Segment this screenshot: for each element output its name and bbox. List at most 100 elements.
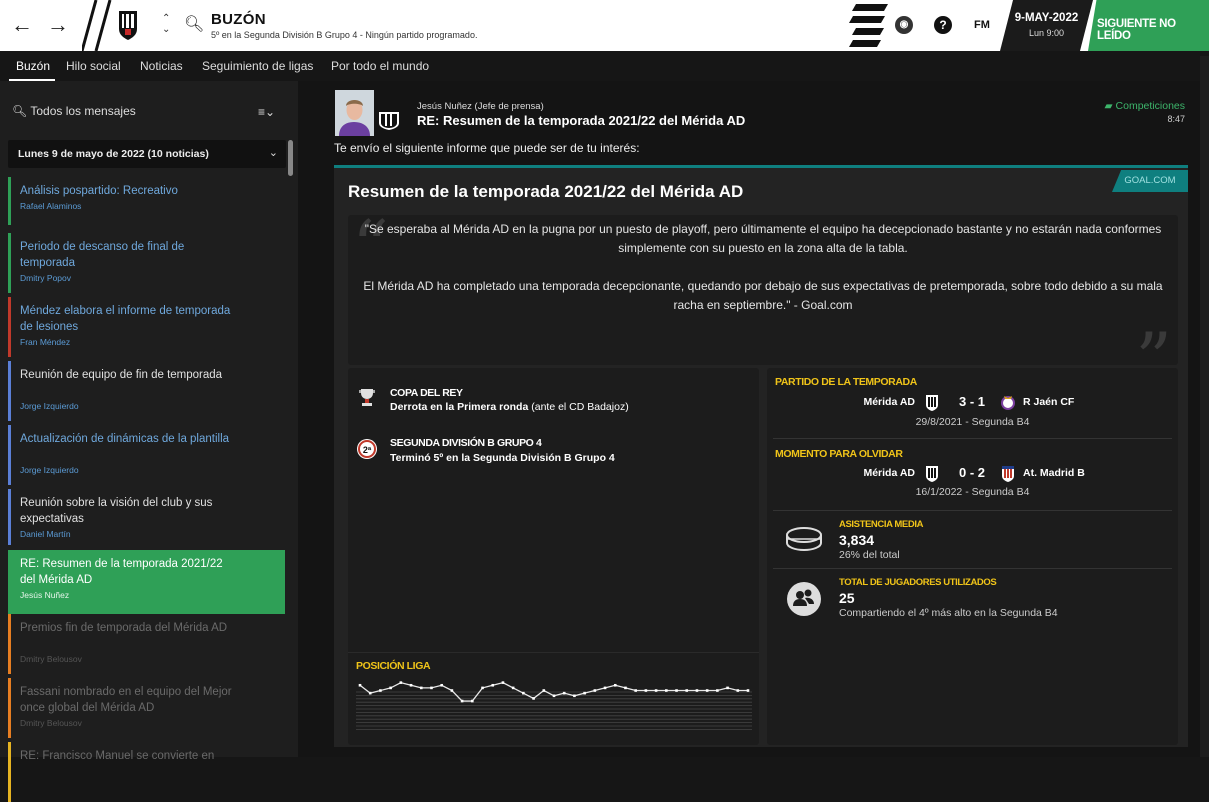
position-point — [491, 683, 495, 687]
message-list-item[interactable]: Análisis pospartido: Recreativo Rafael Al… — [8, 177, 285, 225]
message-list-item[interactable]: RE: Resumen de la temporada 2021/22 del … — [8, 550, 285, 614]
away-team: R Jaén CF — [1023, 396, 1075, 408]
message-title: Periodo de descanso de final de temporad… — [20, 241, 185, 269]
message-list-item[interactable]: Fassani nombrado en el equipo del Mejor … — [8, 678, 285, 738]
best-match-date: 29/8/2021 - Segunda B4 — [915, 416, 1030, 428]
league-position-label: POSICIÓN LIGA — [356, 660, 431, 672]
tab-seguimiento-ligas[interactable]: Seguimiento de ligas — [202, 59, 313, 73]
message-list-item[interactable]: Periodo de descanso de final de temporad… — [8, 233, 285, 293]
position-point — [481, 686, 484, 690]
match-score: 0 - 2 — [958, 465, 985, 480]
globe-icon[interactable]: ◉ — [895, 16, 913, 34]
message-title: Actualización de dinámicas de la plantil… — [20, 433, 230, 445]
attendance-label: ASISTENCIA MEDIA — [839, 519, 924, 530]
worst-match-label: MOMENTO PARA OLVIDAR — [775, 448, 903, 460]
away-crest-icon — [1001, 396, 1015, 410]
sidebar-scrollbar[interactable] — [288, 140, 293, 176]
current-day: Lun 9:00 — [1028, 28, 1065, 38]
message-sender: Dmitry Popov — [20, 273, 72, 283]
message-sender: Jorge Izquierdo — [20, 401, 79, 411]
chevron-down-icon: ⌄ — [268, 147, 278, 159]
sender-avatar[interactable] — [335, 90, 374, 136]
message-list-item[interactable]: Reunión sobre la visión del club y sus e… — [8, 489, 285, 545]
tab-noticias[interactable]: Noticias — [140, 59, 183, 73]
article-title: Resumen de la temporada 2021/22 del Méri… — [348, 182, 744, 201]
position-point — [399, 681, 403, 684]
competitions-panel: COPA DEL REY Derrota en la Primera ronda… — [348, 368, 759, 745]
position-point — [716, 689, 719, 692]
position-point — [695, 689, 699, 692]
message-list-item[interactable]: Premios fin de temporada del Mérida AD Dm… — [8, 614, 285, 674]
worst-match-row[interactable]: Mérida AD 0 - 2 At. Madrid B — [767, 465, 1178, 482]
tab-bar: Buzón Hilo social Noticias Seguimiento d… — [0, 51, 1209, 81]
position-point — [532, 697, 535, 700]
tab-por-todo-el-mundo[interactable]: Por todo el mundo — [331, 59, 429, 73]
league-position-chart[interactable] — [356, 676, 752, 734]
category-label: Competiciones — [1115, 100, 1185, 112]
position-point — [501, 681, 505, 684]
divider-slashes-icon — [82, 0, 112, 51]
club-switch-icon[interactable]: ⌃ ⌄ — [162, 13, 170, 35]
message-list-item[interactable]: RE: Francisco Manuel se convierte en — [8, 742, 285, 802]
players-used-sub: Compartiendo el 4º más alto en la Segund… — [839, 607, 1058, 619]
category-link[interactable]: ▰ Competiciones — [1090, 100, 1185, 112]
position-point — [542, 689, 546, 692]
competition-result: Derrota en la Primera ronda (ante el CD … — [390, 401, 629, 413]
message-list-item[interactable]: Actualización de dinámicas de la plantil… — [8, 425, 285, 485]
divider — [348, 652, 759, 653]
position-point — [358, 683, 362, 687]
best-match-row[interactable]: Mérida AD 3 - 1 R Jaén CF — [767, 394, 1178, 411]
message-list-item[interactable]: Reunión de equipo de fin de temporada Jor… — [8, 361, 285, 421]
source-badge: GOAL.COM — [1112, 170, 1188, 192]
home-team: Mérida AD — [863, 396, 915, 408]
position-point — [430, 686, 433, 690]
list-options-icon[interactable]: ≡⌄ — [258, 105, 275, 119]
forward-arrow-icon[interactable]: → — [47, 12, 69, 38]
position-point — [450, 689, 454, 692]
tab-buzon[interactable]: Buzón — [16, 59, 50, 73]
best-match-label: PARTIDO DE LA TEMPORADA — [775, 376, 917, 388]
position-point — [368, 691, 372, 695]
position-point — [471, 699, 474, 703]
competition-name[interactable]: COPA DEL REY — [390, 387, 463, 399]
day-group-header[interactable]: Lunes 9 de mayo de 2022 (10 noticias) ⌄ — [8, 140, 286, 168]
position-point — [583, 691, 586, 695]
message-filter[interactable]: 🔍︎ Todos los mensajes — [12, 104, 136, 118]
tab-hilo-social[interactable]: Hilo social — [66, 59, 121, 73]
position-point — [552, 694, 556, 698]
competition-name[interactable]: SEGUNDA DIVISIÓN B GRUPO 4 — [390, 437, 542, 449]
position-point — [419, 686, 423, 690]
news-article-card: GOAL.COM Resumen de la temporada 2021/22… — [334, 165, 1188, 747]
away-team: At. Madrid B — [1023, 467, 1085, 479]
next-unread-button[interactable]: SIGUIENTE NO LEÍDO — [1088, 0, 1209, 51]
position-point — [634, 689, 637, 692]
position-point — [522, 691, 525, 695]
sender-name[interactable]: Jesús Nuñez (Jefe de prensa) — [417, 101, 544, 112]
message-sender: Jorge Izquierdo — [20, 465, 79, 475]
article-quote: “ ” "Se esperaba al Mérida AD en la pugn… — [348, 211, 1178, 395]
tag-icon: ▰ — [1104, 100, 1113, 112]
message-title: Análisis pospartido: Recreativo — [20, 185, 178, 197]
message-title: RE: Resumen de la temporada 2021/22 del … — [20, 558, 223, 586]
message-list-sidebar: 🔍︎ Todos los mensajes ≡⌄ Lunes 9 de mayo… — [0, 81, 298, 802]
players-icon — [787, 582, 821, 616]
home-team: Mérida AD — [863, 467, 915, 479]
position-point — [685, 689, 689, 692]
message-title: Reunión sobre la visión del club y sus e… — [20, 497, 213, 525]
search-icon[interactable]: 🔍︎ — [184, 14, 204, 34]
help-icon[interactable]: ? — [934, 16, 952, 34]
date-display[interactable]: 9-MAY-2022 Lun 9:00 — [1000, 0, 1093, 51]
message-list-item[interactable]: Méndez elabora el informe de temporada d… — [8, 297, 285, 357]
players-used-label: TOTAL DE JUGADORES UTILIZADOS — [839, 577, 997, 588]
content-scrollbar[interactable] — [1200, 56, 1209, 757]
position-point — [562, 691, 566, 695]
back-arrow-icon[interactable]: ← — [11, 12, 33, 38]
fm-menu-button[interactable]: FM — [970, 16, 994, 34]
competition-result: Terminó 5º en la Segunda División B Grup… — [390, 452, 615, 464]
message-sender: Dmitry Belousov — [20, 718, 82, 728]
club-crest-icon[interactable] — [117, 9, 139, 41]
page-title: BUZÓN — [211, 11, 266, 28]
club-crest-icon — [379, 112, 399, 130]
position-point — [389, 686, 392, 690]
day-group-label: Lunes 9 de mayo de 2022 (10 noticias) — [18, 148, 209, 160]
